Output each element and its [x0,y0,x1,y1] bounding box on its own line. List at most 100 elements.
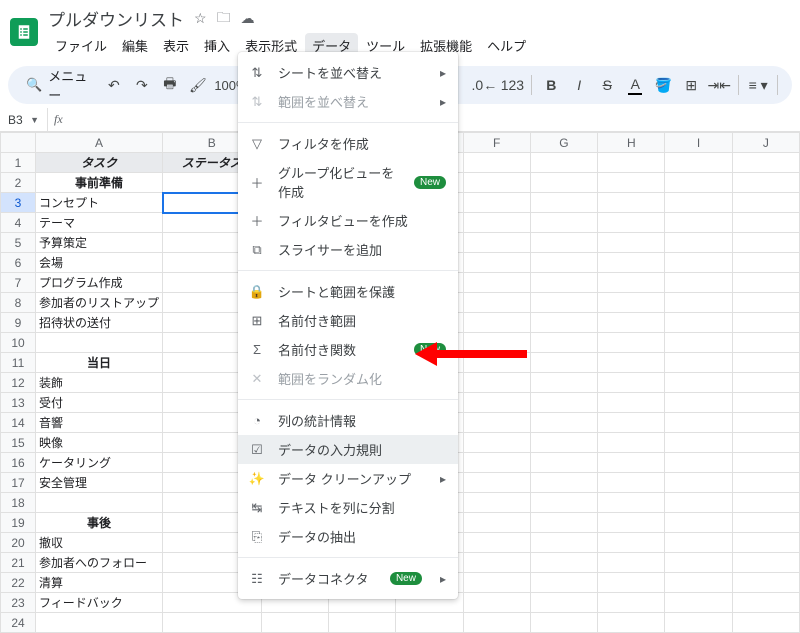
doc-title[interactable]: プルダウンリスト [48,6,184,31]
row-header-8[interactable]: 8 [1,293,36,313]
strikethrough-button[interactable]: S [594,72,620,98]
cell-A23[interactable]: フィードバック [36,593,163,613]
row-header-19[interactable]: 19 [1,513,36,533]
cell-A9[interactable]: 招待状の送付 [36,313,163,333]
cell-E24[interactable] [396,613,463,633]
cell-H15[interactable] [598,433,665,453]
cell-I17[interactable] [665,473,732,493]
cell-F6[interactable] [463,253,530,273]
cell-A7[interactable]: プログラム作成 [36,273,163,293]
cell-H13[interactable] [598,393,665,413]
cell-I12[interactable] [665,373,732,393]
cell-I10[interactable] [665,333,732,353]
cell-H16[interactable] [598,453,665,473]
cell-D24[interactable] [328,613,395,633]
cell-J10[interactable] [732,333,799,353]
cell-G9[interactable] [530,313,597,333]
row-header-18[interactable]: 18 [1,493,36,513]
cell-C24[interactable] [261,613,328,633]
cell-A11[interactable]: 当日 [36,353,163,373]
cell-H24[interactable] [598,613,665,633]
cell-F23[interactable] [463,593,530,613]
cell-G2[interactable] [530,173,597,193]
cell-J22[interactable] [732,573,799,593]
cell-G22[interactable] [530,573,597,593]
cell-F17[interactable] [463,473,530,493]
cell-H6[interactable] [598,253,665,273]
cell-I16[interactable] [665,453,732,473]
cell-H7[interactable] [598,273,665,293]
cell-G17[interactable] [530,473,597,493]
cell-J12[interactable] [732,373,799,393]
col-header-H[interactable]: H [598,133,665,153]
cell-I9[interactable] [665,313,732,333]
menu-file[interactable]: ファイル [48,33,114,58]
cell-F20[interactable] [463,533,530,553]
cell-J11[interactable] [732,353,799,373]
cell-J7[interactable] [732,273,799,293]
menu-insert[interactable]: 挿入 [197,33,237,58]
menu-help[interactable]: ヘルプ [480,33,533,58]
cell-J21[interactable] [732,553,799,573]
col-header-I[interactable]: I [665,133,732,153]
row-header-4[interactable]: 4 [1,213,36,233]
menu-search[interactable]: 🔍 メニュー [18,66,99,104]
cell-A19[interactable]: 事後 [36,513,163,533]
col-header-G[interactable]: G [530,133,597,153]
cell-J18[interactable] [732,493,799,513]
cell-F16[interactable] [463,453,530,473]
menu-data-connectors[interactable]: ☷データコネクタNew▸ [238,564,458,593]
cell-J17[interactable] [732,473,799,493]
cell-H9[interactable] [598,313,665,333]
cell-H10[interactable] [598,333,665,353]
cell-A21[interactable]: 参加者へのフォロー [36,553,163,573]
menu-create-filter[interactable]: ▽フィルタを作成 [238,129,458,158]
cell-G3[interactable] [530,193,597,213]
cell-F15[interactable] [463,433,530,453]
redo-button[interactable]: ↷ [129,72,155,98]
cell-H8[interactable] [598,293,665,313]
cell-I14[interactable] [665,413,732,433]
cell-J2[interactable] [732,173,799,193]
borders-button[interactable]: ⊞ [678,72,704,98]
cell-A13[interactable]: 受付 [36,393,163,413]
cell-F1[interactable] [463,153,530,173]
cell-H18[interactable] [598,493,665,513]
cell-A3[interactable]: コンセプト [36,193,163,213]
cell-I15[interactable] [665,433,732,453]
cell-G13[interactable] [530,393,597,413]
menu-edit[interactable]: 編集 [115,33,155,58]
cell-J20[interactable] [732,533,799,553]
row-header-1[interactable]: 1 [1,153,36,173]
star-icon[interactable]: ☆ [194,10,207,27]
cell-G15[interactable] [530,433,597,453]
row-header-21[interactable]: 21 [1,553,36,573]
cell-I4[interactable] [665,213,732,233]
cell-A16[interactable]: ケータリング [36,453,163,473]
menu-sort-sheet[interactable]: ⇅シートを並べ替え▸ [238,58,458,87]
cell-I13[interactable] [665,393,732,413]
cell-A14[interactable]: 音響 [36,413,163,433]
cell-G14[interactable] [530,413,597,433]
col-header-A[interactable]: A [36,133,163,153]
menu-split-text[interactable]: ↹テキストを列に分割 [238,493,458,522]
cell-F18[interactable] [463,493,530,513]
cell-I3[interactable] [665,193,732,213]
cell-J9[interactable] [732,313,799,333]
cell-H17[interactable] [598,473,665,493]
row-header-10[interactable]: 10 [1,333,36,353]
cell-I20[interactable] [665,533,732,553]
merge-button[interactable]: ⇥⇤ [706,72,732,98]
menu-named-ranges[interactable]: ⊞名前付き範囲 [238,306,458,335]
cell-A12[interactable]: 装飾 [36,373,163,393]
cell-A6[interactable]: 会場 [36,253,163,273]
cell-F8[interactable] [463,293,530,313]
cell-B24[interactable] [163,613,262,633]
menu-data-extraction[interactable]: ⎘データの抽出 [238,522,458,551]
cell-J3[interactable] [732,193,799,213]
cell-H22[interactable] [598,573,665,593]
menu-data-cleanup[interactable]: ✨データ クリーンアップ▸ [238,464,458,493]
cell-H20[interactable] [598,533,665,553]
cell-J8[interactable] [732,293,799,313]
cell-I21[interactable] [665,553,732,573]
